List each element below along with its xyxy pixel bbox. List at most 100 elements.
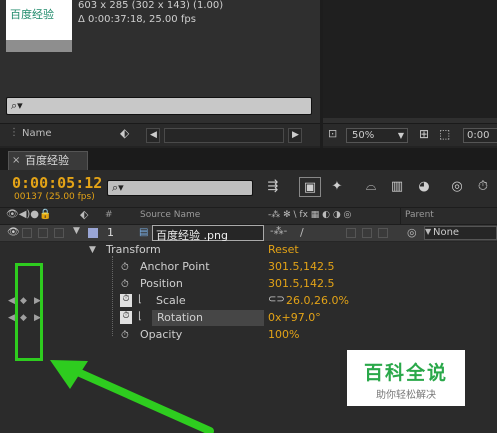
- label-tag-icon[interactable]: ⬖: [80, 208, 88, 221]
- project-column-header: ⋮ Name ⬖ ◀ ▶: [0, 123, 320, 146]
- viewer-canvas[interactable]: [323, 0, 497, 118]
- annotation-arrow: [50, 360, 214, 433]
- tree-guide-line: [112, 256, 113, 336]
- stopwatch-active-icon[interactable]: ⏱: [120, 294, 132, 307]
- composition-tab-label: 百度经验: [25, 154, 69, 167]
- anchor-point-label: Anchor Point: [140, 260, 210, 273]
- layer-name-field[interactable]: 百度经验 .png: [152, 225, 264, 242]
- graph-icon[interactable]: ⌊: [138, 311, 142, 322]
- transform-reset-link[interactable]: Reset: [268, 243, 299, 256]
- collapse-triangle-icon[interactable]: ▼: [73, 226, 80, 236]
- thumbnail-bar: [6, 40, 72, 52]
- chevron-down-icon: ▼: [397, 131, 404, 140]
- timeline-search-input[interactable]: ⌕▾: [107, 180, 253, 196]
- graph-editor-icon[interactable]: ◎: [446, 177, 468, 197]
- constrain-proportions-icon[interactable]: ⊂⊃: [268, 294, 285, 305]
- position-value[interactable]: 301.5,142.5: [268, 277, 334, 290]
- prev-keyframe-icon[interactable]: ◀: [8, 296, 15, 306]
- frame-count: 00137 (25.00 fps): [14, 192, 95, 202]
- position-label: Position: [140, 277, 183, 290]
- timeline-column-header: 👁◀)●🔒 ⬖ # Source Name -⁂ ✻ \ fx ▦ ◐ ◑ ◎ …: [0, 207, 497, 225]
- layer-row[interactable]: 👁 ▼ 1 ▤ 百度经验 .png -⁂- / ◎ None ▼: [0, 225, 497, 242]
- current-time-display[interactable]: 0:00:05:12: [12, 174, 102, 192]
- graph-icon[interactable]: ⌊: [138, 294, 142, 305]
- timeline-tab-bar: × 百度经验: [0, 148, 497, 170]
- viewer-panel: ⊡ 50% ▼ ⊞ ⬚ 0:00: [323, 0, 497, 146]
- arrow-shaft: [58, 361, 214, 433]
- transform-label: Transform: [106, 243, 161, 256]
- footage-dimensions: 603 x 285 (302 x 143) (1.00): [78, 0, 224, 11]
- solo-toggle[interactable]: [38, 228, 48, 238]
- quality-switch-icon[interactable]: /: [300, 226, 304, 239]
- transform-expand-icon[interactable]: ▼: [89, 245, 96, 255]
- hide-shy-layers-icon[interactable]: ⌓: [360, 177, 382, 197]
- draft-3d-icon[interactable]: ✦: [326, 177, 348, 197]
- opacity-value[interactable]: 100%: [268, 328, 299, 341]
- stopwatch-icon[interactable]: ⏱: [121, 262, 129, 273]
- stopwatch-icon[interactable]: ⏱: [121, 330, 129, 341]
- search-icon: ⌕▾: [112, 181, 124, 194]
- project-panel: 百度经验 603 x 285 (302 x 143) (1.00) Δ 0:00…: [0, 0, 320, 146]
- horizontal-scrollbar[interactable]: [164, 128, 284, 143]
- safe-margins-icon[interactable]: ⊞: [419, 127, 429, 141]
- parent-header: Parent: [405, 210, 434, 220]
- watermark-subtitle: 助你轻松解决: [376, 390, 436, 401]
- rotation-value[interactable]: 0x+97.0°: [268, 311, 321, 324]
- tab-close-icon[interactable]: ×: [12, 152, 20, 169]
- column-divider: [400, 208, 401, 224]
- label-color-swatch[interactable]: [88, 228, 98, 238]
- composition-tab[interactable]: × 百度经验: [8, 151, 88, 170]
- audio-toggle[interactable]: [22, 228, 32, 238]
- scale-value[interactable]: 26.0,26.0%: [286, 294, 349, 307]
- chevron-right-icon: ▶: [292, 130, 299, 140]
- footage-duration: Δ 0:00:37:18, 25.00 fps: [78, 14, 196, 25]
- visibility-eye-icon[interactable]: 👁: [7, 227, 20, 238]
- parent-select[interactable]: None ▼: [424, 226, 497, 240]
- stopwatch-active-icon[interactable]: ⏱: [120, 311, 132, 324]
- layer-number-header: #: [105, 210, 113, 220]
- frame-blending-icon[interactable]: ▥: [386, 177, 408, 197]
- tag-icon[interactable]: ⬖: [120, 126, 129, 140]
- watermark-logo: 百科全说 助你轻松解决: [347, 350, 465, 406]
- layer-name: 百度经验 .png: [156, 229, 228, 242]
- 3d-switch[interactable]: [378, 228, 388, 238]
- column-name-label[interactable]: Name: [22, 128, 52, 139]
- viewer-toolbar: ⊡ 50% ▼ ⊞ ⬚ 0:00: [323, 123, 497, 146]
- motion-blur-switch[interactable]: [346, 228, 356, 238]
- chevron-left-icon: ◀: [150, 130, 157, 140]
- shy-switch-icon[interactable]: -⁂-: [270, 226, 287, 237]
- scroll-right-button[interactable]: ▶: [288, 128, 302, 143]
- rotation-label: Rotation: [157, 311, 204, 324]
- mini-flowchart-icon[interactable]: ⇶: [262, 177, 284, 197]
- viewer-timecode[interactable]: 0:00: [463, 128, 497, 143]
- chevron-down-icon: ▼: [425, 227, 432, 236]
- comp-button-icon[interactable]: ▣: [299, 177, 321, 197]
- switches-header: -⁂ ✻ \ fx ▦ ◐ ◑ ◎: [268, 210, 352, 220]
- parent-value: None: [433, 227, 460, 238]
- adjustment-switch[interactable]: [362, 228, 372, 238]
- scale-label: Scale: [156, 294, 186, 307]
- region-of-interest-icon[interactable]: ⬚: [439, 127, 450, 141]
- scroll-left-button[interactable]: ◀: [146, 128, 160, 143]
- pickwhip-icon[interactable]: ◎: [407, 226, 417, 239]
- keyframe-highlight-box: [15, 263, 43, 361]
- zoom-select[interactable]: 50% ▼: [346, 128, 408, 143]
- search-icon: ⌕▾: [11, 99, 23, 112]
- zoom-value: 50%: [352, 130, 375, 141]
- prev-keyframe-icon[interactable]: ◀: [8, 313, 15, 323]
- layer-number: 1: [107, 226, 114, 239]
- anchor-point-value[interactable]: 301.5,142.5: [268, 260, 334, 273]
- watermark-title: 百科全说: [363, 362, 448, 384]
- sort-handle-icon: ⋮: [9, 127, 19, 138]
- magnification-icon[interactable]: ⊡: [328, 127, 337, 140]
- project-search-input[interactable]: ⌕▾: [6, 97, 312, 115]
- lock-toggle[interactable]: [54, 228, 64, 238]
- opacity-label: Opacity: [140, 328, 183, 341]
- source-name-header[interactable]: Source Name: [140, 210, 200, 220]
- av-features-icons[interactable]: 👁◀)●🔒: [6, 209, 51, 220]
- image-file-icon: ▤: [139, 227, 149, 238]
- thumbnail-logo-text: 百度经验: [10, 8, 54, 21]
- stopwatch-icon[interactable]: ⏱: [121, 279, 129, 290]
- motion-blur-icon[interactable]: ◕: [413, 177, 435, 197]
- stopwatch-icon[interactable]: ⏱: [472, 177, 494, 197]
